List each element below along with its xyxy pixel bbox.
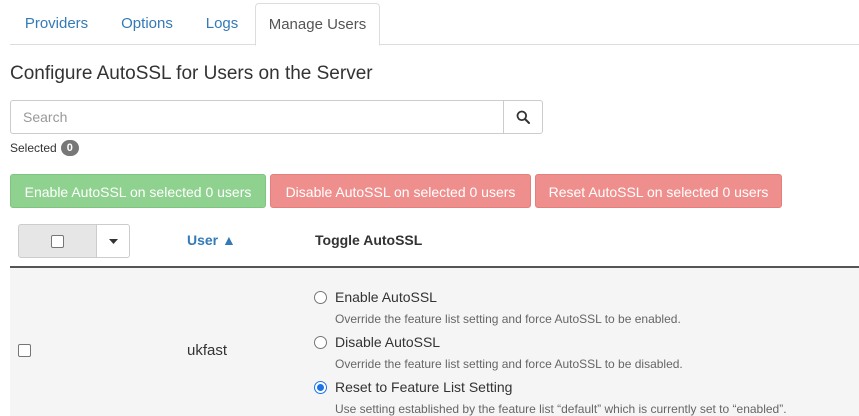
select-all-button[interactable] xyxy=(18,224,97,258)
selected-count: Selected 0 xyxy=(10,139,79,157)
column-header-toggle-autossl: Toggle AutoSSL xyxy=(315,232,423,248)
radio-disable-autossl[interactable] xyxy=(314,336,327,349)
radio-reset-feature-list[interactable] xyxy=(314,381,327,394)
tab-manage-users[interactable]: Manage Users xyxy=(255,3,380,46)
search-group xyxy=(10,100,543,134)
row-username: ukfast xyxy=(187,342,228,359)
row-checkbox[interactable] xyxy=(18,344,31,357)
option-label: Reset to Feature List Setting xyxy=(335,379,513,395)
option-label: Disable AutoSSL xyxy=(335,334,441,350)
search-icon xyxy=(516,110,530,124)
selected-label: Selected xyxy=(10,141,57,155)
page-title: Configure AutoSSL for Users on the Serve… xyxy=(10,63,373,84)
search-button[interactable] xyxy=(503,100,543,134)
selected-badge: 0 xyxy=(60,140,79,156)
tab-bar: Providers Options Logs Manage Users xyxy=(10,3,859,46)
option-label: Enable AutoSSL xyxy=(335,289,437,305)
tab-logs[interactable]: Logs xyxy=(191,3,253,45)
select-options-dropdown[interactable] xyxy=(96,224,130,258)
disable-autossl-selected-button[interactable]: Disable AutoSSL on selected 0 users xyxy=(270,174,531,208)
select-all-group xyxy=(18,224,130,258)
caret-down-icon xyxy=(108,238,118,244)
reset-autossl-selected-button[interactable]: Reset AutoSSL on selected 0 users xyxy=(535,174,782,208)
tab-options[interactable]: Options xyxy=(103,3,191,45)
option-description: Override the feature list setting and fo… xyxy=(335,312,681,326)
option-description: Override the feature list setting and fo… xyxy=(335,357,683,371)
radio-enable-autossl[interactable] xyxy=(314,291,327,304)
option-description: Use setting established by the feature l… xyxy=(335,402,787,416)
column-header-user[interactable]: User ▲ xyxy=(187,232,236,248)
select-all-checkbox[interactable] xyxy=(51,234,64,248)
search-input[interactable] xyxy=(10,100,504,134)
tab-providers[interactable]: Providers xyxy=(10,3,103,45)
enable-autossl-selected-button[interactable]: Enable AutoSSL on selected 0 users xyxy=(10,174,266,208)
